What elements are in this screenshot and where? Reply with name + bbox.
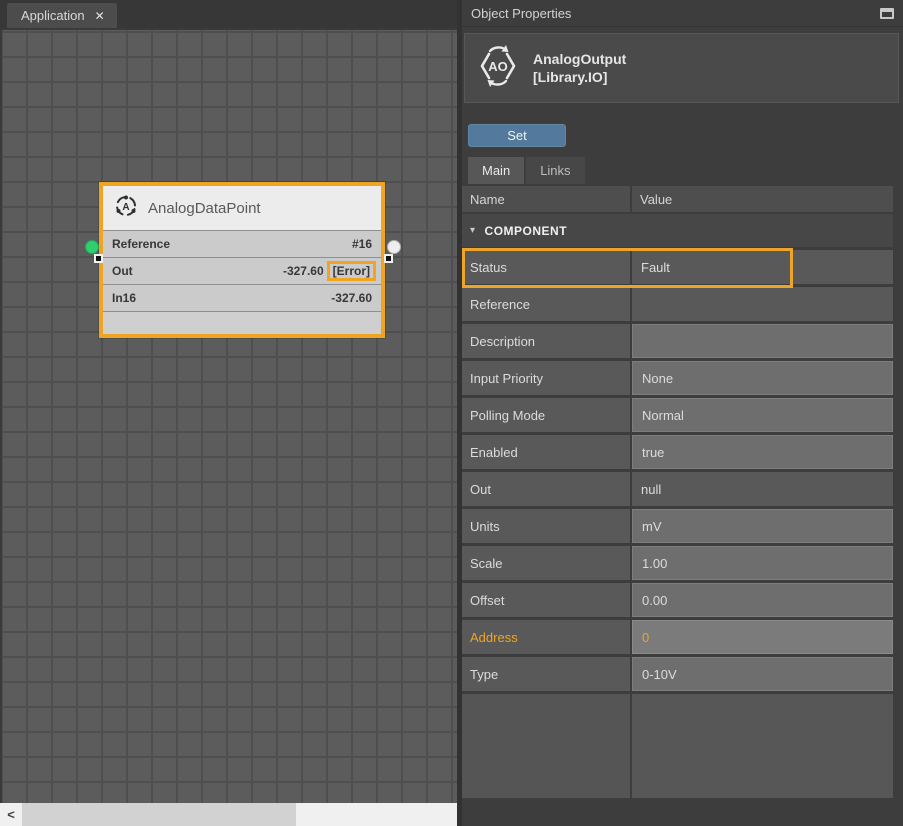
property-rows: Status Fault Reference Description Input… — [462, 250, 893, 694]
slot-label: Reference — [112, 237, 170, 251]
svg-text:AO: AO — [488, 59, 508, 74]
node-slot-in16[interactable]: In16 -327.60 — [103, 284, 381, 311]
input-port[interactable] — [85, 240, 99, 254]
node-slot-out[interactable]: Out -327.60 [Error] — [103, 257, 381, 284]
output-port[interactable] — [387, 240, 401, 254]
application-window: Application ✕ A AnalogData — [0, 0, 903, 826]
node-slot-reference[interactable]: Reference #16 — [103, 230, 381, 257]
property-row-enabled[interactable]: Enabled true — [462, 435, 893, 469]
property-name: Units — [462, 509, 630, 543]
panel-title-bar: Object Properties — [462, 0, 903, 27]
property-tabs: Main Links — [468, 157, 585, 184]
property-name: Status — [462, 250, 630, 284]
error-badge: [Error] — [327, 261, 376, 281]
dock-window-icon[interactable] — [880, 8, 894, 19]
property-table: Name Value ▾ COMPONENT Status Fault Refe… — [462, 186, 893, 812]
property-row-polling-mode[interactable]: Polling Mode Normal — [462, 398, 893, 432]
property-row-reference[interactable]: Reference — [462, 287, 893, 321]
property-name: Reference — [462, 287, 630, 321]
scroll-left-arrow-icon[interactable]: < — [0, 807, 22, 822]
property-value[interactable]: Fault — [632, 250, 893, 284]
set-button[interactable]: Set — [468, 124, 566, 147]
node-title: AnalogDataPoint — [148, 200, 261, 217]
property-value[interactable] — [632, 287, 893, 321]
table-header-row: Name Value — [462, 186, 893, 212]
property-row-status[interactable]: Status Fault — [462, 250, 893, 284]
property-row-units[interactable]: Units mV — [462, 509, 893, 543]
property-row-out[interactable]: Out null — [462, 472, 893, 506]
section-component[interactable]: ▾ COMPONENT — [462, 214, 893, 247]
slot-value: -327.60 — [331, 291, 372, 305]
property-value[interactable]: mV — [632, 509, 893, 543]
property-name: Scale — [462, 546, 630, 580]
property-value[interactable]: null — [632, 472, 893, 506]
property-row-description[interactable]: Description — [462, 324, 893, 358]
property-name: Input Priority — [462, 361, 630, 395]
property-row-address[interactable]: Address 0 — [462, 620, 893, 654]
property-name: Enabled — [462, 435, 630, 469]
property-row-type[interactable]: Type 0-10V — [462, 657, 893, 691]
analog-point-icon: A — [113, 193, 139, 224]
property-value[interactable]: 0-10V — [632, 657, 893, 691]
object-header-card: AO AnalogOutput [Library.IO] — [464, 33, 899, 103]
slot-value: -327.60 — [283, 264, 324, 278]
editor-tab-bar: Application ✕ — [0, 0, 457, 28]
analog-data-point-node[interactable]: A AnalogDataPoint Reference #16 Out -327… — [99, 182, 385, 338]
property-value[interactable]: 0.00 — [632, 583, 893, 617]
panel-title: Object Properties — [471, 6, 571, 21]
object-name: AnalogOutput — [533, 50, 626, 68]
horizontal-scrollbar[interactable]: < — [0, 803, 457, 826]
property-name: Out — [462, 472, 630, 506]
object-library: [Library.IO] — [533, 68, 626, 86]
property-value[interactable] — [632, 324, 893, 358]
property-value[interactable]: Normal — [632, 398, 893, 432]
property-name: Polling Mode — [462, 398, 630, 432]
slot-label: In16 — [112, 291, 136, 305]
tab-links[interactable]: Links — [526, 157, 584, 184]
property-name: Description — [462, 324, 630, 358]
wiresheet-canvas[interactable]: A AnalogDataPoint Reference #16 Out -327… — [0, 28, 457, 803]
slot-label: Out — [112, 264, 133, 278]
property-row-input-priority[interactable]: Input Priority None — [462, 361, 893, 395]
tab-application[interactable]: Application ✕ — [7, 3, 117, 28]
object-properties-panel: Object Properties AO AnalogOutput [Libra… — [462, 0, 903, 826]
diagram-editor: Application ✕ A AnalogData — [0, 0, 457, 826]
selection-handle-left[interactable] — [94, 254, 103, 263]
analog-output-icon: AO — [477, 43, 519, 94]
property-value[interactable]: 1.00 — [632, 546, 893, 580]
scrollbar-thumb[interactable] — [22, 803, 296, 826]
property-row-scale[interactable]: Scale 1.00 — [462, 546, 893, 580]
property-name: Offset — [462, 583, 630, 617]
collapse-caret-icon: ▾ — [470, 225, 476, 236]
node-footer — [103, 311, 381, 334]
tab-main[interactable]: Main — [468, 157, 524, 184]
table-empty-area — [462, 694, 893, 798]
property-value[interactable]: true — [632, 435, 893, 469]
property-name: Address — [462, 620, 630, 654]
column-header-value: Value — [632, 186, 893, 212]
section-label: COMPONENT — [485, 224, 568, 238]
tab-application-label: Application — [21, 8, 85, 23]
property-name: Type — [462, 657, 630, 691]
selection-handle-right[interactable] — [384, 254, 393, 263]
property-row-offset[interactable]: Offset 0.00 — [462, 583, 893, 617]
column-header-name: Name — [462, 186, 630, 212]
close-icon[interactable]: ✕ — [95, 9, 105, 23]
node-header[interactable]: A AnalogDataPoint — [103, 186, 381, 230]
property-value[interactable]: 0 — [632, 620, 893, 654]
slot-value: #16 — [352, 237, 372, 251]
svg-text:A: A — [122, 202, 129, 213]
property-value[interactable]: None — [632, 361, 893, 395]
